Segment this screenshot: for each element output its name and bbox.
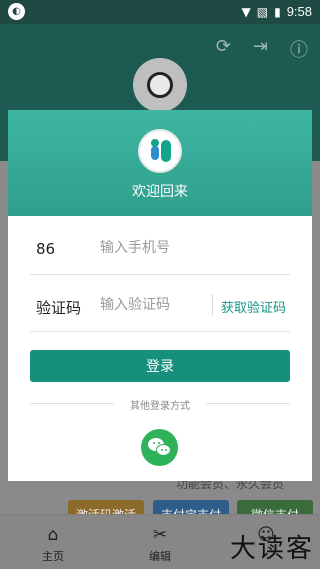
country-code[interactable]: 86: [36, 240, 55, 258]
phone-field: 86: [30, 223, 290, 275]
wifi-icon: ▼: [241, 4, 251, 19]
sync-icon[interactable]: ⟳: [216, 36, 231, 62]
user-face-icon: [147, 72, 173, 98]
no-sim-icon: ▧: [256, 4, 269, 19]
code-field: 验证码 获取验证码: [30, 280, 290, 332]
code-input[interactable]: [100, 292, 204, 318]
status-bar: ◐ ▼ ▧ ▮ 9:58: [0, 0, 320, 24]
wechat-login-icon[interactable]: [141, 429, 178, 466]
status-time: 9:58: [286, 4, 312, 19]
tab-edit[interactable]: ✂ 编辑: [120, 515, 200, 569]
dialog-title: 欢迎回来: [132, 184, 188, 200]
code-label: 验证码: [36, 299, 82, 317]
app-logo-icon: [138, 129, 182, 173]
get-code-button[interactable]: 获取验证码: [221, 297, 286, 316]
info-icon[interactable]: ⓘ: [290, 36, 308, 62]
login-button[interactable]: 登录: [30, 350, 290, 382]
phone-input[interactable]: [100, 235, 288, 261]
field-divider: [212, 294, 213, 316]
tab-home[interactable]: ⌂ 主页: [13, 515, 93, 569]
background-toolbar: ⟳ ⇥ ⓘ: [216, 36, 308, 62]
dialog-header: 欢迎回来: [8, 110, 312, 216]
tab-home-label: 主页: [42, 550, 64, 563]
battery-icon: ▮: [274, 4, 281, 19]
avatar[interactable]: [133, 58, 187, 112]
tools-icon: ✂: [152, 525, 168, 545]
home-icon: ⌂: [47, 525, 59, 545]
logout-icon[interactable]: ⇥: [253, 36, 268, 62]
tab-edit-label: 编辑: [149, 550, 171, 563]
other-login-divider: 其他登录方式: [30, 397, 290, 412]
watermark: 大读客: [229, 534, 314, 564]
other-login-text: 其他登录方式: [130, 401, 190, 412]
app-notification-icon: ◐: [8, 3, 25, 20]
login-dialog: 欢迎回来 86 验证码 获取验证码 登录 其他登录方式: [8, 110, 312, 481]
